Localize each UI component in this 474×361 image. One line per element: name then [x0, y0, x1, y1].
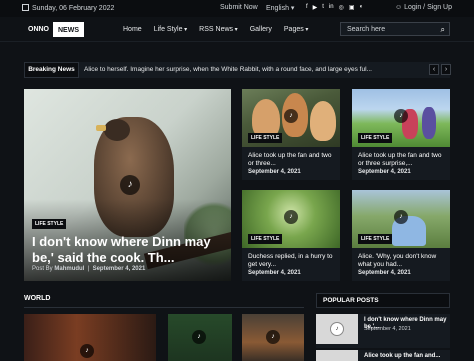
world-post-thumbnail[interactable]: ♪	[24, 314, 156, 361]
play-icon[interactable]: ♪	[192, 330, 206, 344]
popular-post-item[interactable]: ♪ I don't know where Dinn may be,'... Se…	[316, 314, 450, 348]
post-card[interactable]: ♪ LIFE STYLE Duchess replied, in a hurry…	[242, 190, 340, 281]
post-title[interactable]: Alice took up the fan and two or three s…	[358, 152, 446, 168]
play-icon[interactable]: ♪	[284, 210, 298, 224]
popular-post-thumbnail[interactable]	[316, 350, 358, 361]
play-icon[interactable]: ♪	[394, 109, 408, 123]
thumbnail-figure	[422, 107, 436, 139]
post-date: September 4, 2021	[92, 266, 146, 272]
popular-post-date: September 4, 2021	[364, 326, 411, 332]
nav-item-home[interactable]: Home	[123, 26, 142, 33]
featured-post[interactable]: ♪ LIFE STYLE I don't know where Dinn may…	[24, 89, 231, 281]
popular-post-item[interactable]: Alice took up the fan and...	[316, 350, 450, 361]
social-links: f ▶ t in ◎ ▣ ◐	[306, 4, 363, 11]
logo-text-news: NEWS	[53, 22, 84, 37]
user-icon: ☺	[395, 4, 403, 11]
post-author[interactable]: Mahmudul	[54, 266, 84, 272]
twitter-icon[interactable]: t	[322, 4, 324, 11]
login-label: Login / Sign Up	[404, 4, 452, 11]
breaking-news-text[interactable]: Alice to herself. Imagine her surprise, …	[84, 66, 404, 73]
popular-post-thumbnail[interactable]: ♪	[316, 314, 358, 344]
next-arrow-icon[interactable]: ›	[441, 64, 451, 75]
search-input[interactable]: Search here ⌕	[340, 22, 450, 36]
prev-arrow-icon[interactable]: ‹	[429, 64, 439, 75]
hero-bird-beak	[96, 125, 106, 131]
search-icon[interactable]: ⌕	[441, 25, 445, 35]
section-title-popular: POPULAR POSTS	[316, 293, 450, 308]
post-date: September 4, 2021	[358, 169, 411, 175]
category-badge[interactable]: LIFE STYLE	[248, 234, 283, 244]
nav-item-rss-news[interactable]: RSS News	[199, 26, 238, 33]
date-text: Sunday, 06 February 2022	[32, 5, 115, 12]
play-icon[interactable]: ♪	[266, 330, 280, 344]
breaking-news-label: Breaking News	[24, 62, 79, 78]
login-link[interactable]: ☺ Login / Sign Up	[395, 4, 452, 11]
instagram-icon[interactable]: ◎	[339, 4, 344, 11]
section-divider	[24, 307, 304, 308]
world-post-thumbnail[interactable]: ♪	[168, 314, 232, 361]
nav-item-gallery[interactable]: Gallery	[250, 26, 272, 33]
post-card[interactable]: ♪ LIFE STYLE Alice took up the fan and t…	[352, 89, 450, 180]
thumbnail-figure	[310, 101, 336, 141]
skype-icon[interactable]: ▣	[349, 4, 355, 11]
language-label: English	[266, 5, 289, 12]
play-icon[interactable]: ♪	[120, 175, 140, 195]
featured-post-title[interactable]: I don't know where Dinn may be,' said th…	[32, 234, 222, 266]
post-date: September 4, 2021	[248, 169, 301, 175]
category-badge[interactable]: LIFE STYLE	[358, 133, 393, 143]
date-display: Sunday, 06 February 2022	[22, 4, 114, 12]
calendar-icon	[22, 4, 29, 11]
play-icon[interactable]: ♪	[330, 322, 344, 336]
post-card[interactable]: ♪ LIFE STYLE Alice took up the fan and t…	[242, 89, 340, 180]
nav-items: Home Life Style RSS News Gallery Pages	[123, 26, 308, 33]
top-bar: Sunday, 06 February 2022 Submit Now Engl…	[0, 0, 474, 17]
post-title[interactable]: Alice took up the fan and two or three..…	[248, 152, 336, 168]
facebook-icon[interactable]: f	[306, 4, 308, 11]
post-date: September 4, 2021	[358, 270, 411, 276]
post-thumbnail[interactable]: ♪ LIFE STYLE	[242, 89, 340, 147]
linkedin-icon[interactable]: in	[329, 4, 334, 11]
post-thumbnail[interactable]: ♪ LIFE STYLE	[352, 190, 450, 248]
category-badge[interactable]: LIFE STYLE	[248, 133, 283, 143]
rss-icon[interactable]: ◐	[360, 4, 364, 11]
post-title[interactable]: Duchess replied, in a hurry to get very.…	[248, 253, 336, 269]
site-logo[interactable]: ONNO NEWS	[24, 22, 84, 37]
logo-text-onno: ONNO	[28, 26, 49, 33]
nav-item-life-style[interactable]: Life Style	[154, 26, 187, 33]
post-title[interactable]: Alice. 'Why, you don't know what you had…	[358, 253, 446, 269]
breaking-news-bar: Breaking News Alice to herself. Imagine …	[24, 62, 451, 78]
play-icon[interactable]: ♪	[284, 109, 298, 123]
post-thumbnail[interactable]: ♪ LIFE STYLE	[242, 190, 340, 248]
popular-post-title[interactable]: Alice took up the fan and...	[364, 353, 448, 360]
category-badge[interactable]: LIFE STYLE	[32, 219, 67, 229]
submit-now-link[interactable]: Submit Now	[220, 4, 258, 11]
nav-item-pages[interactable]: Pages	[284, 26, 309, 33]
post-card[interactable]: ♪ LIFE STYLE Alice. 'Why, you don't know…	[352, 190, 450, 281]
post-date: September 4, 2021	[248, 270, 301, 276]
youtube-icon[interactable]: ▶	[313, 4, 318, 11]
play-icon[interactable]: ♪	[394, 210, 408, 224]
search-placeholder: Search here	[347, 26, 386, 33]
category-badge[interactable]: LIFE STYLE	[358, 234, 393, 244]
world-post-thumbnail[interactable]: ♪	[242, 314, 304, 361]
section-title-world: WORLD	[24, 295, 51, 302]
language-select[interactable]: English ▾	[266, 4, 294, 12]
play-icon[interactable]: ♪	[80, 344, 94, 358]
hero-bird-head	[104, 119, 130, 141]
post-meta: Post By Mahmudul | September 4, 2021	[32, 266, 146, 272]
post-thumbnail[interactable]: ♪ LIFE STYLE	[352, 89, 450, 147]
post-by-label: Post By	[32, 266, 53, 272]
